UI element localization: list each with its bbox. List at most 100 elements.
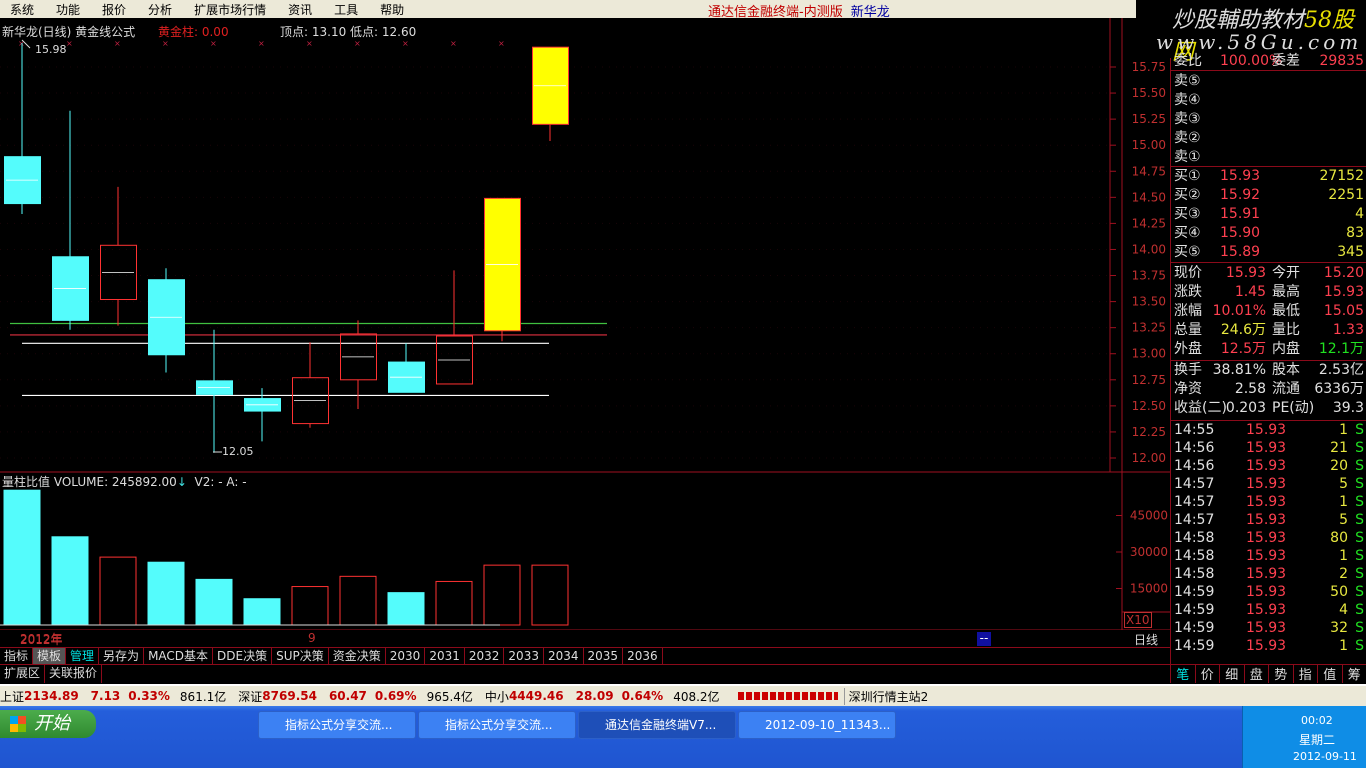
trade-price: 15.93 <box>1246 512 1287 528</box>
period-label[interactable]: 日线 <box>1134 631 1158 648</box>
formula-tab[interactable]: 模板 <box>33 648 67 664</box>
trade-time: 14:57 <box>1174 476 1215 492</box>
weicha-value: 29835 <box>1319 53 1364 69</box>
sell-row: 卖① <box>1174 148 1364 167</box>
formula-tab[interactable]: 2030 <box>386 648 426 664</box>
trade-row: 14:57 15.93 1 S <box>1174 493 1364 512</box>
menu-item[interactable]: 扩展市场行情 <box>184 1 278 18</box>
status-bar: 上证 2134.89 7.13 0.33% 861.1亿 深证 8769.54 60.47 0.… <box>0 684 1366 706</box>
buy-row: 买④ 15.90 83 <box>1174 224 1364 243</box>
trade-price: 15.93 <box>1246 422 1287 438</box>
stat-label: PE(动) <box>1272 400 1315 416</box>
stat-value: 2.53亿 <box>1318 362 1364 378</box>
quote-tab[interactable]: 值 <box>1317 664 1342 683</box>
formula-tab[interactable]: DDE决策 <box>213 648 273 664</box>
formula-tab[interactable]: 2031 <box>425 648 465 664</box>
chart-canvas[interactable]: 15.75 15.50 15.25 15.00 14.75 14.50 14.25 14.00… <box>0 18 1170 631</box>
quote-tab[interactable]: 指 <box>1292 664 1318 683</box>
index-amount: 861.1亿 <box>179 689 227 704</box>
stat-value: 12.1万 <box>1318 341 1364 357</box>
price-tick-label: 12.00 <box>1132 451 1166 465</box>
formula-tab[interactable]: 指标 <box>0 648 34 664</box>
buy-price: 15.89 <box>1220 244 1261 260</box>
peak-low-label: 顶点: 13.10 低点: 12.60 <box>280 25 417 39</box>
formula-tab[interactable]: 管理 <box>66 648 100 664</box>
taskbar-item[interactable]: 指标公式分享交流... <box>258 711 416 739</box>
stat-row: 外盘 12.5万 内盘 12.1万 <box>1174 340 1364 359</box>
index-percent: 0.33% <box>128 689 170 703</box>
menu-item[interactable]: 帮助 <box>370 1 416 18</box>
trade-volume: 2 <box>1339 566 1348 582</box>
formula-tab[interactable]: 2036 <box>623 648 663 664</box>
month-axis-label: 9 <box>308 631 316 645</box>
formula-tab[interactable]: MACD基本 <box>144 648 214 664</box>
trade-row: 14:58 15.93 1 S <box>1174 547 1364 566</box>
high-price-label: 15.98 <box>35 43 67 56</box>
price-tick-label: 15.50 <box>1132 86 1166 100</box>
stat-label: 总量 <box>1174 322 1202 338</box>
formula-tab[interactable]: SUP决策 <box>272 648 329 664</box>
buy-price: 15.91 <box>1220 206 1261 222</box>
quote-panel: 委比 100.00% 委差 29835 卖⑤ 卖④ 卖③ 卖② 卖① 买① 15.93 27152 买②… <box>1170 53 1366 664</box>
trade-volume: 1 <box>1339 548 1348 564</box>
extension-tab[interactable]: 关联报价 <box>45 665 103 683</box>
quote-tab[interactable]: 筹 <box>1341 664 1366 683</box>
price-tick-label: 14.25 <box>1132 216 1166 230</box>
price-tick-label: 14.50 <box>1132 190 1166 204</box>
quote-tab[interactable]: 势 <box>1268 664 1293 683</box>
formula-tab[interactable]: 另存为 <box>99 648 145 664</box>
formula-tab[interactable]: 2034 <box>544 648 584 664</box>
stat-label: 最高 <box>1272 284 1300 300</box>
down-arrow-icon: ↓ <box>176 475 187 489</box>
volume-bar <box>531 564 569 626</box>
clock-weekday: 星期二 <box>1299 733 1336 747</box>
trade-side: S <box>1355 530 1364 546</box>
volume-bar <box>3 489 41 626</box>
trade-price: 15.93 <box>1246 584 1287 600</box>
scale-label[interactable]: X10 <box>1124 612 1152 628</box>
quote-bottom-tabs: 笔价细盘势指值筹 <box>1170 664 1366 683</box>
formula-tab[interactable]: 2033 <box>504 648 544 664</box>
menu-item[interactable]: 资讯 <box>278 1 324 18</box>
price-tick-label: 13.00 <box>1132 347 1166 361</box>
start-button[interactable]: 开始 <box>0 710 96 738</box>
formula-tab[interactable]: 2032 <box>465 648 505 664</box>
formula-tab[interactable]: 资金决策 <box>329 648 386 664</box>
trade-volume: 50 <box>1330 584 1348 600</box>
taskbar-item[interactable]: 2012-09-10_11343... <box>738 711 896 739</box>
taskbar-item[interactable]: 通达信金融终端V7... <box>578 711 736 739</box>
stat-row: 涨跌 1.45 最高 15.93 <box>1174 283 1364 302</box>
price-tick-label: 15.75 <box>1132 60 1166 74</box>
server-name[interactable]: 深圳行情主站2 <box>843 687 928 705</box>
stat-value: 1.33 <box>1332 322 1364 338</box>
price-tick-label: 12.75 <box>1132 373 1166 387</box>
buy-volume: 27152 <box>1319 168 1364 184</box>
quote-tab[interactable]: 笔 <box>1170 664 1195 683</box>
stat-label: 涨跌 <box>1174 284 1202 300</box>
buy-row: 买③ 15.91 4 <box>1174 205 1364 224</box>
extension-tab[interactable]: 扩展区 <box>0 665 46 683</box>
trade-row: 14:57 15.93 5 S <box>1174 475 1364 494</box>
start-label: 开始 <box>34 713 70 734</box>
taskbar: 开始 指标公式分享交流... 指标公式分享交流... 通达信金融终端V7... 201… <box>0 706 1366 768</box>
sell-label: 卖③ <box>1174 111 1201 127</box>
trade-row: 14:56 15.93 20 S <box>1174 457 1364 476</box>
menu-item[interactable]: 工具 <box>324 1 370 18</box>
marker-x-icon: × <box>18 39 25 48</box>
quote-tab[interactable]: 价 <box>1194 664 1220 683</box>
index-value: 4449.46 <box>508 689 564 703</box>
menu-item[interactable]: 报价 <box>92 1 138 18</box>
quote-tab[interactable]: 盘 <box>1243 664 1269 683</box>
menu-item[interactable]: 分析 <box>138 1 184 18</box>
marker-x-icon: × <box>114 39 121 48</box>
menu-item[interactable]: 功能 <box>46 1 92 18</box>
quote-tab[interactable]: 细 <box>1219 664 1244 683</box>
trade-time: 14:57 <box>1174 494 1215 510</box>
taskbar-item[interactable]: 指标公式分享交流... <box>418 711 576 739</box>
menu-item[interactable]: 系统 <box>0 1 46 18</box>
formula-tab[interactable]: 2035 <box>584 648 624 664</box>
marker-x-icon: × <box>162 39 169 48</box>
year-axis-label: 2012年 <box>20 633 63 647</box>
trade-time: 14:57 <box>1174 512 1215 528</box>
kline-chart[interactable]: 15.75 15.50 15.25 15.00 14.75 14.50 14.25 14.00… <box>0 18 1170 646</box>
